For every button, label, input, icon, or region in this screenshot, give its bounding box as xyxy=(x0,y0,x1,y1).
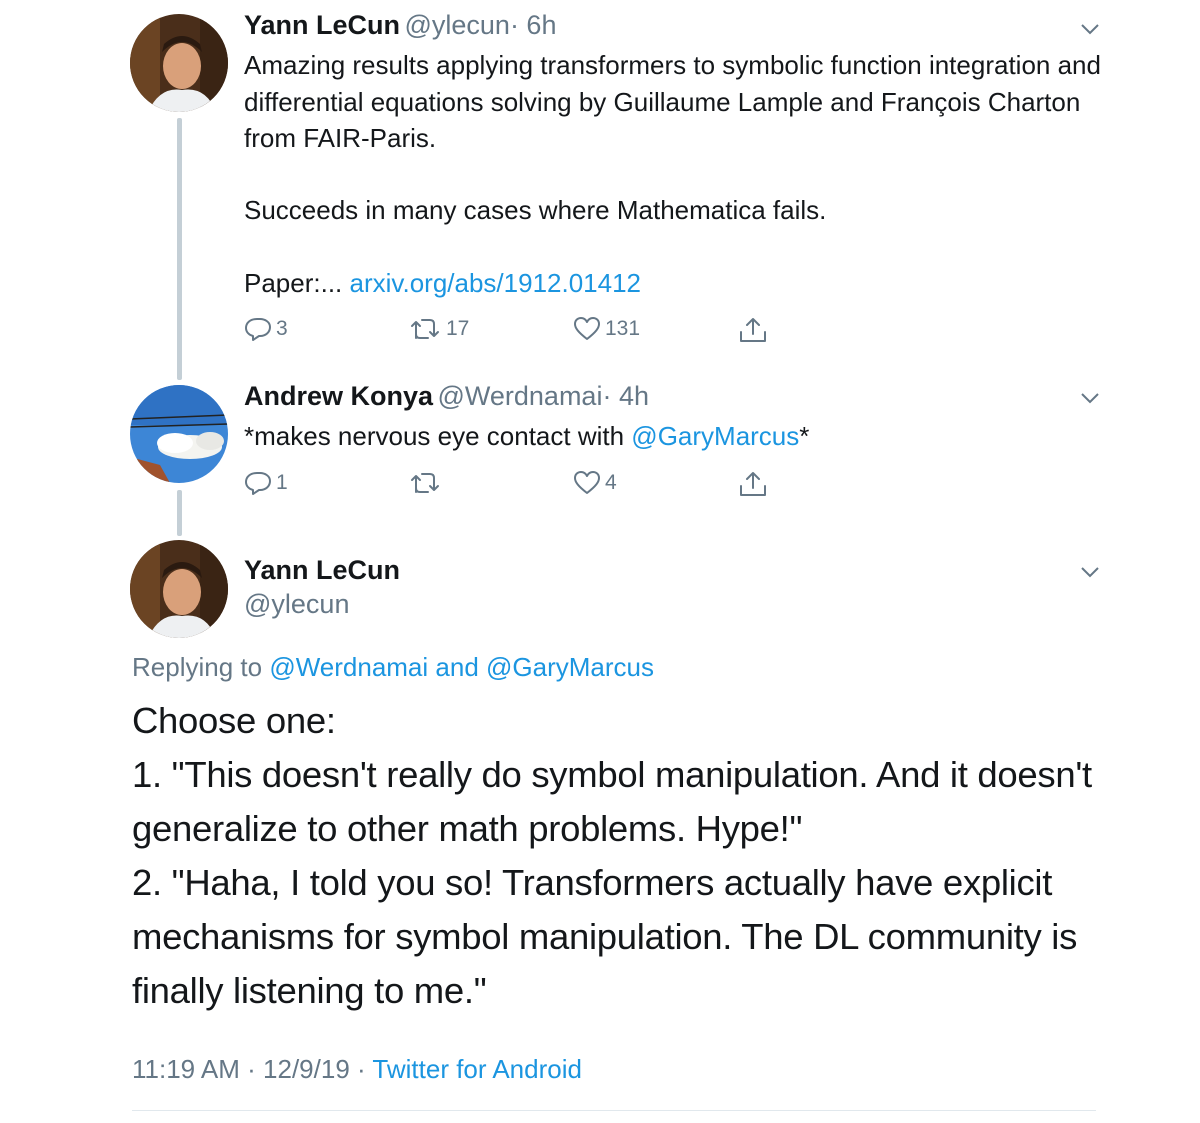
chevron-down-icon[interactable] xyxy=(1080,22,1100,36)
paper-link[interactable]: arxiv.org/abs/1912.01412 xyxy=(350,268,642,298)
thread-line xyxy=(177,490,182,536)
author-handle[interactable]: @ylecun xyxy=(244,589,349,620)
author-name[interactable]: Yann LeCun xyxy=(244,555,400,586)
like-count: 4 xyxy=(605,471,617,494)
author-handle[interactable]: @Werdnamai xyxy=(437,381,602,411)
retweet-button[interactable] xyxy=(408,470,446,496)
author-handle[interactable]: @ylecun xyxy=(404,10,509,40)
heart-icon xyxy=(574,317,600,340)
tweet-source-link[interactable]: Twitter for Android xyxy=(372,1054,582,1084)
chevron-down-icon[interactable] xyxy=(1080,565,1100,579)
retweet-button[interactable]: 17 xyxy=(408,316,469,342)
thread-line xyxy=(177,118,182,380)
avatar[interactable] xyxy=(130,385,228,483)
tweet-text-line: Succeeds in many cases where Mathematica… xyxy=(244,195,827,225)
tweet-timestamp[interactable]: 11:19 AM · 12/9/19 · xyxy=(132,1054,372,1084)
reply-icon xyxy=(245,472,271,495)
tweet-line: Choose one: xyxy=(132,700,336,741)
like-button[interactable]: 131 xyxy=(573,316,640,342)
author-name[interactable]: Yann LeCun xyxy=(244,10,400,40)
retweet-icon xyxy=(411,473,439,493)
author-name[interactable]: Andrew Konya xyxy=(244,381,433,411)
reply-button[interactable]: 3 xyxy=(244,316,288,342)
heart-icon xyxy=(574,471,600,494)
tweet-line: mechanisms for symbol manipulation. The … xyxy=(132,916,1078,957)
share-icon xyxy=(740,318,766,342)
replying-to-link[interactable]: @Werdnamai and @GaryMarcus xyxy=(269,652,654,682)
tweet-line: generalize to other math problems. Hype!… xyxy=(132,808,803,849)
tweet-line: 2. "Haha, I told you so! Transformers ac… xyxy=(132,862,1053,903)
share-icon xyxy=(740,472,766,496)
divider xyxy=(132,1110,1096,1111)
tweet-text: Amazing results applying transformers to… xyxy=(244,50,1109,153)
tweet-time[interactable]: · 6h xyxy=(510,10,557,40)
reply-icon xyxy=(245,318,271,341)
reply-button[interactable]: 1 xyxy=(244,470,288,496)
like-count: 131 xyxy=(605,317,641,340)
retweet-icon xyxy=(411,319,439,339)
retweet-count: 17 xyxy=(446,317,470,340)
reply-count: 1 xyxy=(276,471,288,494)
paper-prefix: Paper:... xyxy=(244,268,343,298)
like-button[interactable]: 4 xyxy=(573,470,617,496)
tweet-line: finally listening to me." xyxy=(132,970,487,1011)
mention-link[interactable]: @GaryMarcus xyxy=(631,421,799,451)
share-button[interactable] xyxy=(738,316,768,344)
avatar[interactable] xyxy=(130,14,228,112)
share-button[interactable] xyxy=(738,470,768,498)
tweet-text: *makes nervous eye contact with xyxy=(244,421,632,451)
tweet-text-suffix: * xyxy=(799,421,810,451)
avatar[interactable] xyxy=(130,540,228,638)
tweet-time[interactable]: · 4h xyxy=(602,381,649,411)
tweet-line: 1. "This doesn't really do symbol manipu… xyxy=(132,754,1092,795)
replying-label: Replying to xyxy=(132,652,263,682)
reply-count: 3 xyxy=(276,317,288,340)
chevron-down-icon[interactable] xyxy=(1080,391,1100,405)
tweet-body: Choose one: 1. "This doesn't really do s… xyxy=(132,694,1092,1018)
